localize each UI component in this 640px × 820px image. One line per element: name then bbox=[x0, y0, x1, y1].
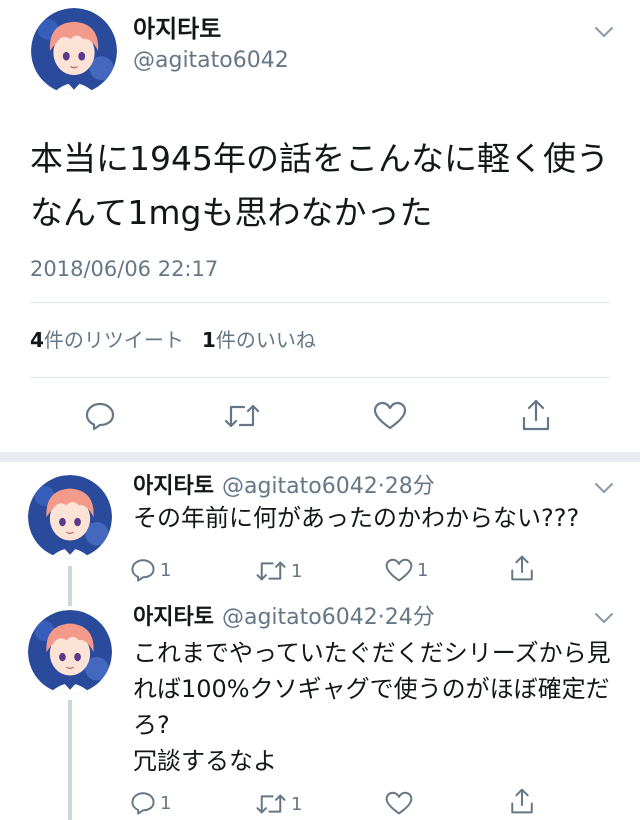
divider bbox=[30, 377, 610, 378]
reply-text: これまでやっていたぐだくだシリーズから見れば100%クソギャグで使うのがほぼ確定… bbox=[133, 639, 611, 775]
retweet-button[interactable]: 1 bbox=[255, 559, 302, 583]
reply-icon bbox=[85, 402, 115, 431]
retweet-button[interactable]: 1 bbox=[255, 792, 302, 816]
thread-line bbox=[68, 566, 72, 606]
retweet-icon bbox=[256, 794, 286, 814]
reply-button[interactable] bbox=[84, 400, 116, 432]
share-icon bbox=[522, 399, 550, 431]
reply-icon bbox=[131, 792, 155, 815]
avatar-image bbox=[28, 475, 112, 559]
reply-time[interactable]: ·28分 bbox=[378, 474, 435, 499]
like-icon bbox=[373, 401, 407, 430]
like-stat[interactable]: 1件のいいね bbox=[202, 328, 316, 352]
reply-header: 아지타토 @agitato6042·28分 bbox=[133, 473, 435, 501]
share-icon bbox=[511, 555, 533, 581]
retweet-count: 1 bbox=[291, 793, 303, 815]
avatar-image bbox=[28, 610, 112, 694]
user-handle[interactable]: @agitato6042 bbox=[133, 47, 289, 75]
reply-count: 1 bbox=[160, 559, 172, 581]
tweet-text: 本当に1945年の話をこんなに軽く使うなんて1mgも思わなかった bbox=[30, 139, 609, 232]
engagement-stats: 4件のリツイート 1件のいいね bbox=[30, 326, 316, 354]
chevron-down-icon[interactable] bbox=[594, 612, 614, 624]
chevron-down-icon[interactable] bbox=[594, 26, 614, 38]
like-button[interactable] bbox=[373, 401, 407, 431]
retweet-stat[interactable]: 4件のリツイート bbox=[30, 328, 184, 352]
share-button[interactable] bbox=[509, 554, 535, 582]
thread-line bbox=[68, 700, 72, 820]
like-label: 件のいいね bbox=[215, 328, 316, 352]
like-icon bbox=[385, 791, 413, 815]
like-icon bbox=[385, 558, 413, 582]
reply-icon bbox=[131, 559, 155, 582]
retweet-count: 1 bbox=[291, 560, 303, 582]
section-divider bbox=[0, 452, 640, 462]
user-handle[interactable]: @agitato6042 bbox=[222, 605, 378, 630]
avatar[interactable] bbox=[28, 475, 112, 559]
display-name[interactable]: 아지타토 bbox=[133, 474, 214, 499]
share-button[interactable] bbox=[520, 398, 552, 432]
share-button[interactable] bbox=[509, 787, 535, 815]
avatar[interactable] bbox=[31, 8, 117, 94]
reply-button[interactable]: 1 bbox=[130, 557, 171, 583]
retweet-count: 4 bbox=[30, 328, 44, 352]
reply-button[interactable]: 1 bbox=[130, 790, 171, 816]
user-handle[interactable]: @agitato6042 bbox=[222, 474, 378, 499]
display-name[interactable]: 아지타토 bbox=[133, 14, 221, 44]
retweet-label: 件のリツイート bbox=[43, 328, 184, 352]
avatar-image bbox=[31, 8, 117, 94]
like-count: 1 bbox=[417, 560, 429, 581]
avatar[interactable] bbox=[28, 610, 112, 694]
tweet-timestamp[interactable]: 2018/06/06 22:17 bbox=[30, 255, 218, 283]
like-button[interactable]: 1 bbox=[385, 558, 428, 583]
reply-text: その年前に何があったのかわからない??? bbox=[133, 504, 580, 532]
display-name[interactable]: 아지타토 bbox=[133, 605, 214, 630]
retweet-icon bbox=[256, 561, 286, 581]
share-icon bbox=[511, 788, 533, 814]
divider bbox=[30, 302, 610, 303]
retweet-icon bbox=[224, 404, 260, 428]
like-button[interactable] bbox=[385, 791, 413, 816]
reply-header: 아지타토 @agitato6042·24分 bbox=[133, 604, 435, 632]
retweet-button[interactable] bbox=[223, 402, 261, 430]
reply-time[interactable]: ·24分 bbox=[378, 605, 435, 630]
reply-count: 1 bbox=[160, 792, 172, 814]
chevron-down-icon[interactable] bbox=[594, 482, 614, 494]
like-count: 1 bbox=[201, 328, 216, 352]
